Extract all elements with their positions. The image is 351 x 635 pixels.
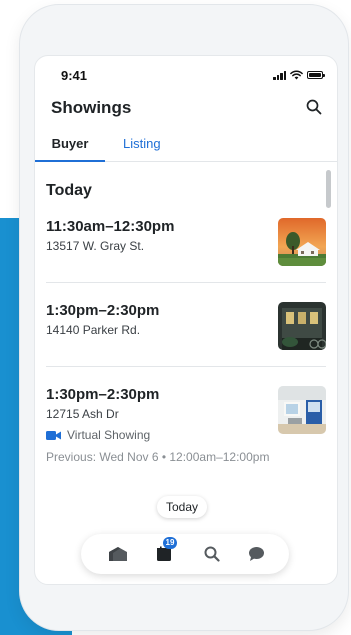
divider [46, 282, 326, 283]
tab-listing[interactable]: Listing [123, 136, 161, 162]
previous-showing-note: Previous: Wed Nov 6 • 12:00am–12:00pm [46, 450, 270, 464]
nav-home[interactable] [107, 544, 129, 564]
bottom-nav: 19 [81, 534, 289, 574]
property-photo [278, 218, 326, 266]
showing-item[interactable]: 1:30pm–2:30pm 14140 Parker Rd. [46, 302, 326, 350]
scrollbar[interactable] [326, 170, 331, 208]
chat-icon [248, 547, 264, 561]
nav-calendar[interactable]: 19 [153, 537, 177, 564]
nav-messages[interactable] [245, 544, 267, 564]
status-bar: 9:41 [35, 56, 337, 92]
app-screen: 9:41 Showings Buyer Listing Today 11:30a… [34, 55, 338, 585]
battery-icon [307, 71, 325, 79]
showing-item[interactable]: 1:30pm–2:30pm 12715 Ash Dr Virtual Showi… [46, 386, 326, 464]
tab-bar: Buyer Listing [35, 130, 337, 162]
search-icon [204, 546, 220, 562]
jump-to-today-button[interactable]: Today [157, 496, 208, 518]
status-icons [273, 70, 325, 80]
section-heading-today: Today [46, 182, 92, 199]
notification-badge: 19 [163, 537, 177, 549]
property-photo [278, 302, 326, 350]
tab-buyer[interactable]: Buyer [35, 136, 105, 162]
search-button[interactable] [303, 96, 325, 118]
nav-search[interactable] [201, 544, 223, 564]
cellular-signal-icon [273, 70, 286, 80]
video-camera-icon [46, 430, 61, 440]
virtual-showing-label: Virtual Showing [67, 428, 151, 442]
home-icon [109, 547, 127, 561]
search-icon [306, 99, 322, 115]
status-time: 9:41 [61, 68, 88, 83]
page-title: Showings [51, 98, 132, 117]
wifi-icon [290, 70, 303, 80]
showing-item[interactable]: 11:30am–12:30pm 13517 W. Gray St. [46, 218, 326, 266]
property-photo [278, 386, 326, 434]
divider [46, 366, 326, 367]
